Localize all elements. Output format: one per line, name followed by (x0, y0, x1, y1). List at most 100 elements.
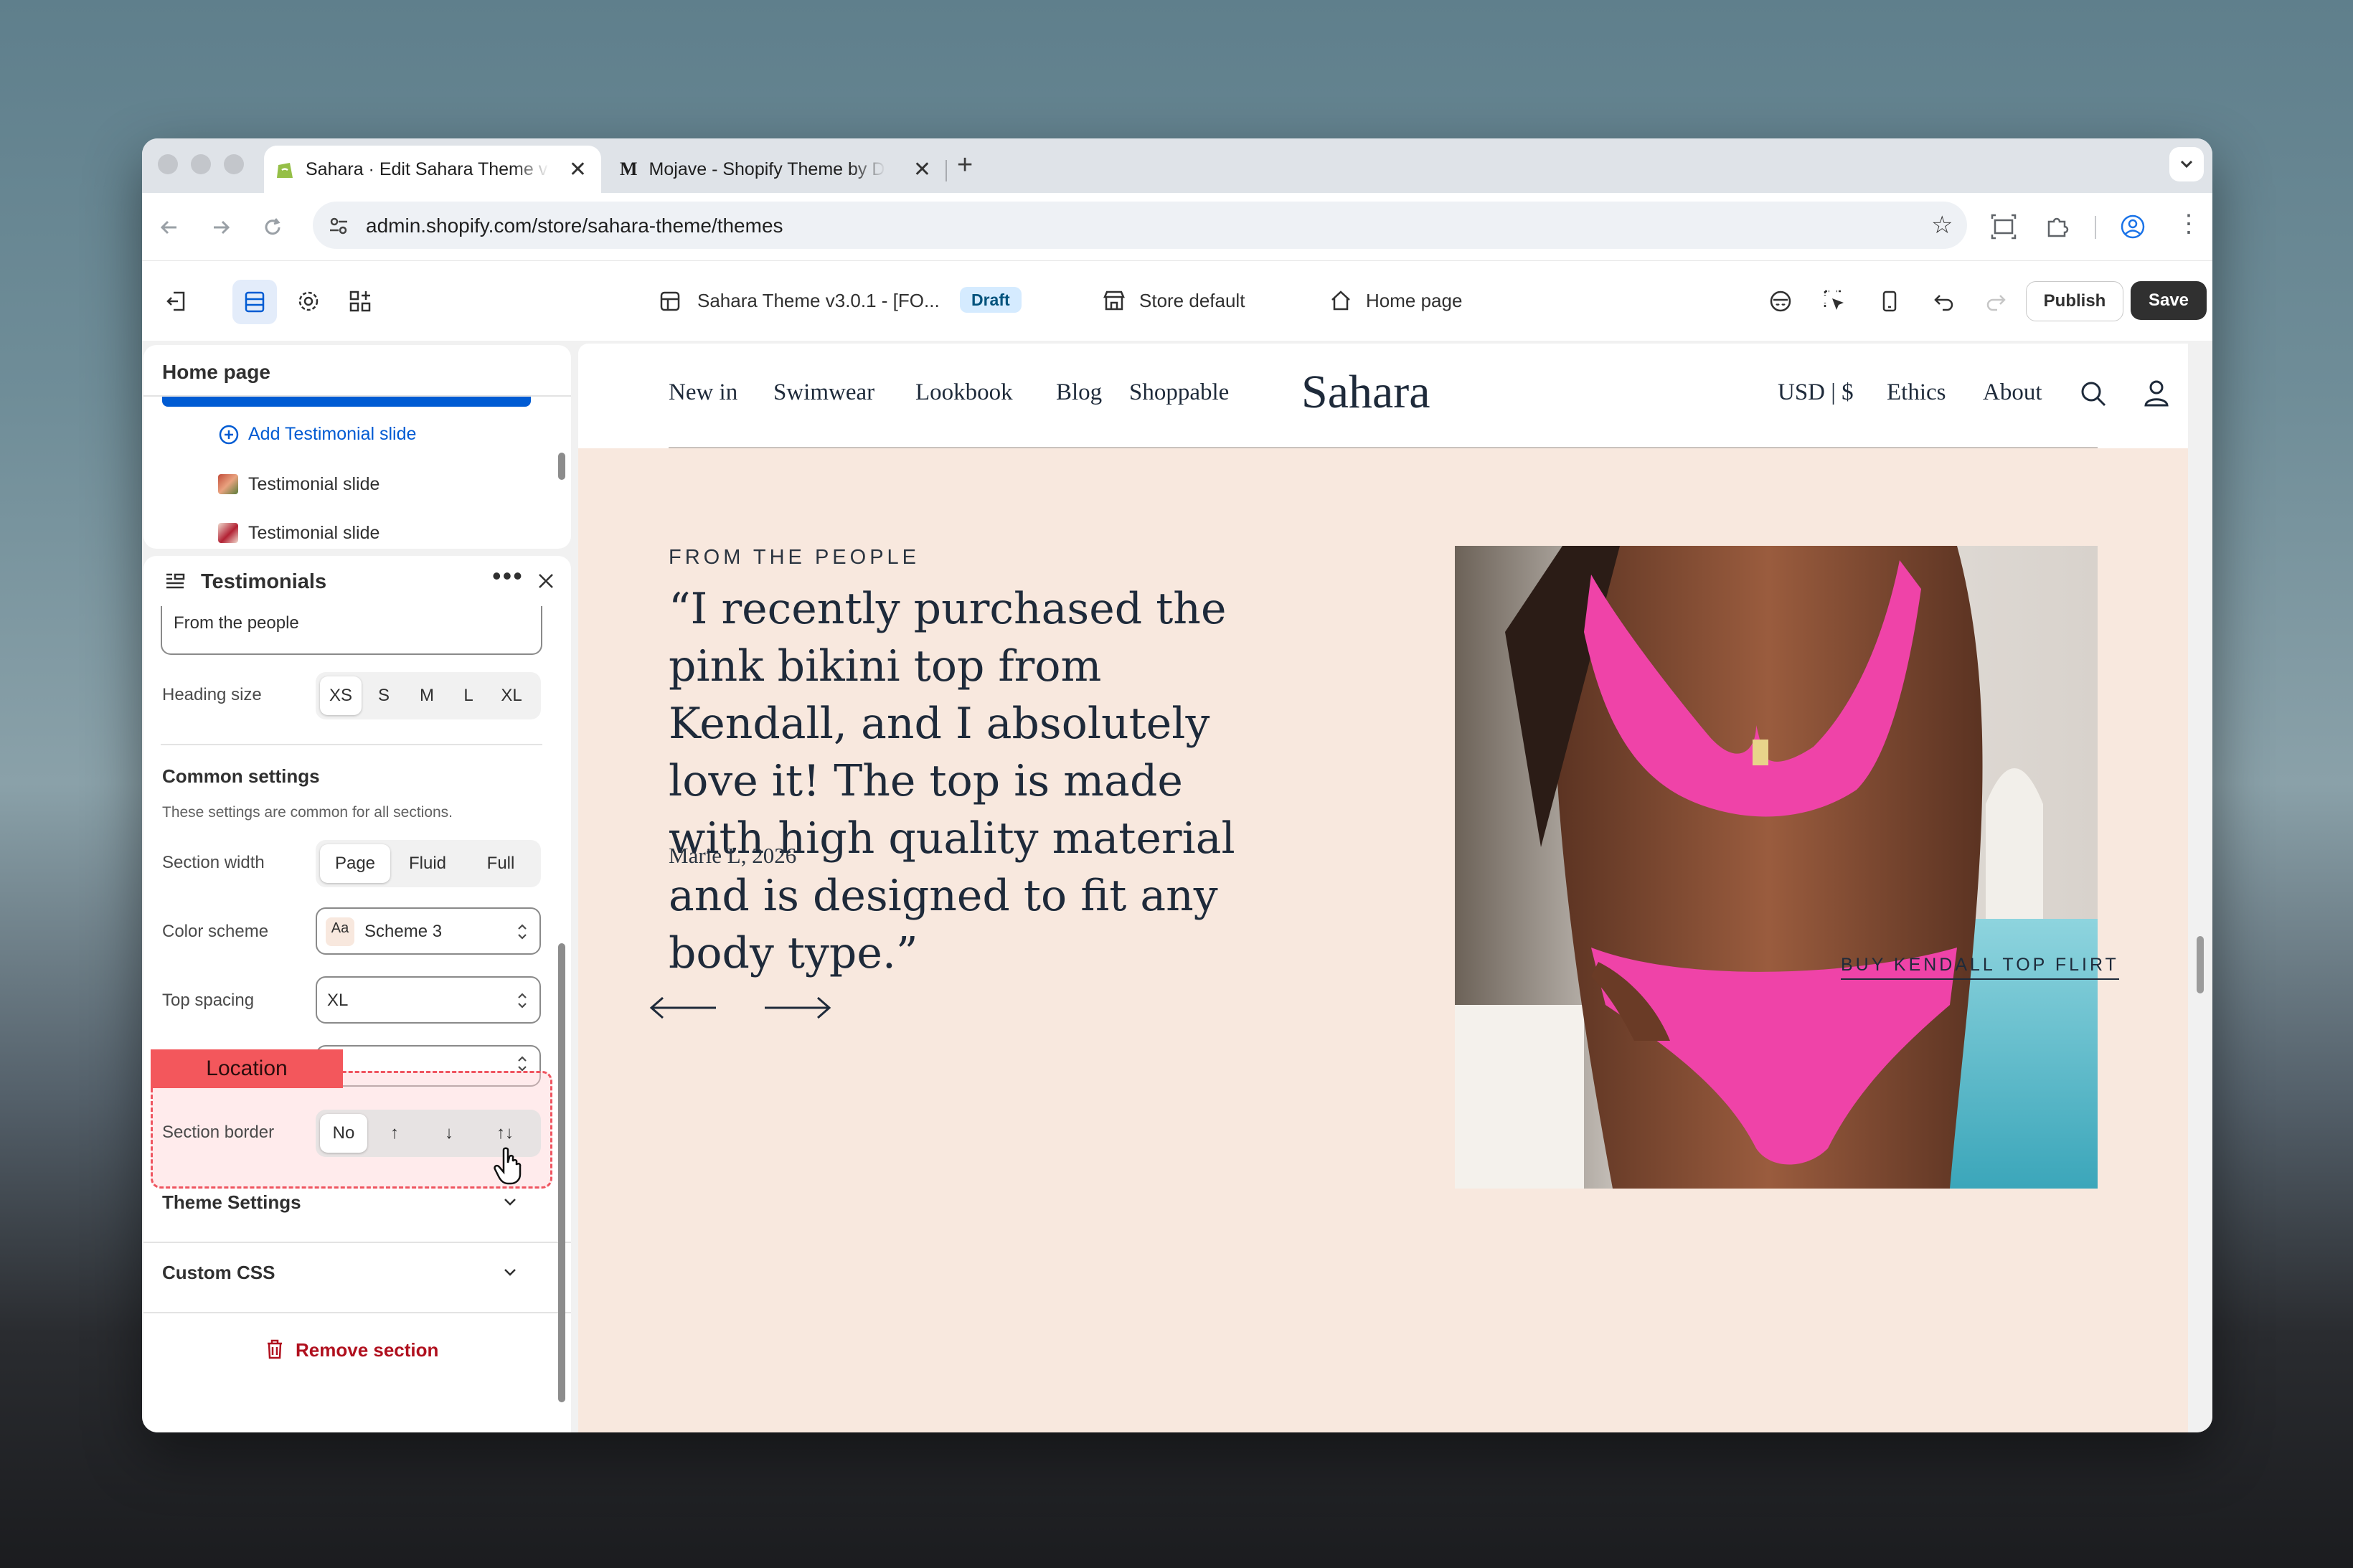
chevron-down-icon[interactable] (499, 1262, 521, 1283)
section-border-none[interactable]: No (320, 1114, 367, 1153)
previous-slide-arrow-icon[interactable] (647, 993, 719, 1022)
extensions-puzzle-icon[interactable] (2043, 213, 2070, 240)
section-border-top[interactable]: ↑ (367, 1114, 422, 1153)
custom-css-accordion[interactable]: Custom CSS (162, 1262, 275, 1284)
section-border-bottom[interactable]: ↓ (422, 1114, 476, 1153)
section-width-segmented: Page Fluid Full (316, 840, 541, 887)
mobile-preview-icon[interactable] (1877, 288, 1902, 314)
window-close-dot[interactable] (158, 154, 178, 174)
sections-tool-button[interactable] (232, 280, 277, 324)
window-zoom-dot[interactable] (224, 154, 244, 174)
nav-link-lookbook[interactable]: Lookbook (915, 379, 1013, 406)
add-testimonial-slide-button[interactable]: Add Testimonial slide (248, 424, 416, 445)
testimonials-section-icon (166, 573, 185, 589)
home-icon (1331, 291, 1350, 311)
hand-cursor-icon (494, 1147, 522, 1185)
shopify-icon (277, 163, 293, 178)
profile-avatar-icon[interactable] (2119, 213, 2146, 240)
heading-size-xs[interactable]: XS (320, 676, 362, 715)
top-spacing-select[interactable]: XL (316, 976, 541, 1024)
more-actions-icon[interactable]: ••• (492, 563, 524, 589)
section-border-label: Section border (162, 1123, 275, 1142)
theme-name[interactable]: Sahara Theme v3.0.1 - [FO... (697, 290, 940, 312)
color-scheme-swatch: Aa (326, 917, 354, 946)
site-settings-icon[interactable] (327, 214, 350, 237)
heading-size-m[interactable]: M (406, 676, 448, 715)
settings-scrollbar[interactable] (558, 943, 565, 1402)
address-bar[interactable]: admin.shopify.com/store/sahara-theme/the… (313, 202, 1967, 249)
window-minimize-dot[interactable] (191, 154, 211, 174)
screen-capture-icon[interactable] (1990, 213, 2017, 240)
close-icon[interactable] (535, 570, 557, 592)
heading-size-segmented: XS S M L XL (316, 672, 541, 719)
nav-link-swimwear[interactable]: Swimwear (773, 379, 874, 406)
forward-arrow-icon[interactable] (208, 214, 234, 240)
testimonials-section: FROM THE PEOPLE “I recently purchased th… (578, 448, 2188, 1432)
store-logo[interactable]: Sahara (1301, 365, 1430, 420)
store-preview-canvas: New in Swimwear Lookbook Blog Shoppable … (578, 344, 2188, 1432)
divider (143, 1312, 571, 1313)
trash-icon (268, 1339, 282, 1359)
nav-link-shoppable[interactable]: Shoppable (1129, 379, 1229, 406)
app-blocks-icon[interactable] (347, 288, 373, 314)
heading-size-l[interactable]: L (448, 676, 489, 715)
remove-section-button[interactable]: Remove section (296, 1339, 438, 1361)
nav-link-blog[interactable]: Blog (1056, 379, 1102, 406)
redo-icon[interactable] (1983, 288, 2009, 314)
next-slide-arrow-icon[interactable] (762, 993, 834, 1022)
undo-icon[interactable] (1931, 288, 1957, 314)
theme-settings-accordion[interactable]: Theme Settings (162, 1191, 301, 1214)
nav-link-new-in[interactable]: New in (669, 379, 737, 406)
bookmark-star-icon[interactable]: ☆ (1931, 213, 1953, 237)
color-scheme-select[interactable]: Aa Scheme 3 (316, 907, 541, 955)
chevron-down-icon (2180, 160, 2193, 169)
nav-link-about[interactable]: About (1983, 379, 2042, 406)
publish-button[interactable]: Publish (2026, 281, 2123, 321)
tab-mojave[interactable]: M Mojave - Shopify Theme by D ✕ (608, 146, 946, 193)
tab-search-button[interactable] (2169, 147, 2204, 181)
selected-block-edge (162, 397, 531, 407)
preview-scrollbar[interactable] (2197, 936, 2204, 993)
select-arrows-icon (518, 993, 527, 1009)
store-preview-pane: New in Swimwear Lookbook Blog Shoppable … (575, 341, 2212, 1432)
exit-editor-icon[interactable] (164, 288, 189, 314)
save-button[interactable]: Save (2131, 281, 2207, 320)
buy-product-link[interactable]: BUY KENDALL TOP FLIRT (1841, 955, 2119, 980)
slide-thumbnail-icon (218, 474, 238, 494)
tab-title: Sahara · Edit Sahara Theme v (306, 159, 548, 179)
browser-menu-kebab-icon[interactable]: ⋮ (2177, 212, 2201, 236)
section-width-full[interactable]: Full (465, 844, 537, 883)
chevron-down-icon[interactable] (499, 1191, 521, 1213)
heading-text-input[interactable]: From the people (161, 606, 542, 655)
testimonial-slide-item[interactable]: Testimonial slide (248, 474, 379, 495)
testimonial-quote: “I recently purchased the pink bikini to… (669, 584, 1235, 978)
reload-icon[interactable] (260, 214, 286, 240)
close-icon[interactable]: ✕ (569, 157, 587, 182)
testimonial-slide-item[interactable]: Testimonial slide (248, 523, 379, 544)
store-default-selector[interactable]: Store default (1139, 290, 1245, 312)
heading-size-s[interactable]: S (362, 676, 406, 715)
sections-icon (245, 291, 265, 313)
close-icon[interactable]: ✕ (913, 157, 931, 182)
section-width-fluid[interactable]: Fluid (390, 844, 465, 883)
search-icon[interactable] (2079, 379, 2108, 408)
back-arrow-icon[interactable] (156, 214, 182, 240)
toolbar-separator (2095, 216, 2096, 239)
top-spacing-value: XL (327, 991, 349, 1010)
select-cursor-icon[interactable] (1822, 288, 1848, 314)
nav-link-ethics[interactable]: Ethics (1887, 379, 1946, 406)
section-width-page[interactable]: Page (320, 844, 390, 883)
currency-selector[interactable]: USD | $ (1778, 379, 1854, 406)
new-tab-plus-icon[interactable]: + (957, 151, 973, 179)
tab-sahara[interactable]: Sahara · Edit Sahara Theme v ✕ (264, 146, 601, 193)
page-title: Home page (162, 361, 270, 383)
theme-settings-gear-icon[interactable] (296, 288, 321, 314)
testimonial-photo (1455, 546, 2098, 1189)
heading-size-xl[interactable]: XL (489, 676, 534, 715)
top-spacing-label: Top spacing (162, 991, 255, 1010)
inspector-icon[interactable] (1768, 288, 1793, 314)
status-badge: Draft (960, 287, 1022, 313)
page-selector[interactable]: Home page (1366, 290, 1462, 312)
account-icon[interactable] (2142, 378, 2171, 408)
tree-scrollbar[interactable] (558, 453, 565, 480)
